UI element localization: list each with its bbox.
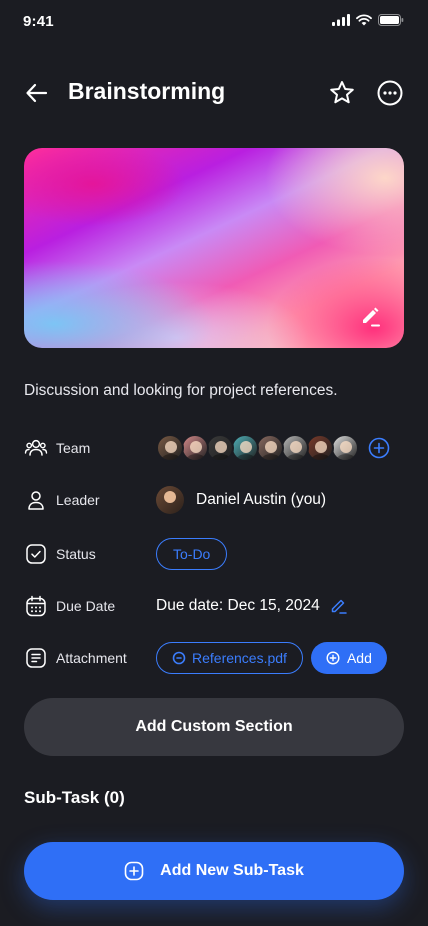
team-member-avatar xyxy=(256,434,284,462)
status-value: To-Do xyxy=(156,538,228,570)
more-horizontal-icon xyxy=(377,80,403,106)
team-member-avatar xyxy=(181,434,209,462)
edit-due-date-button[interactable] xyxy=(330,597,348,615)
status-bar: 9:41 xyxy=(0,0,428,44)
due-date-label: Due Date xyxy=(56,598,116,614)
edit-pen-icon xyxy=(363,307,380,327)
add-attachment-label: Add xyxy=(346,650,372,666)
edit-cover-button[interactable] xyxy=(360,306,382,328)
team-row: Team xyxy=(24,430,404,466)
due-date-row: Due Date Due date: Dec 15, 2024 xyxy=(24,588,404,624)
leader-label: Leader xyxy=(56,492,100,508)
add-custom-section-button[interactable]: Add Custom Section xyxy=(24,698,404,756)
leader-row: Leader Daniel Austin (you) xyxy=(24,482,404,518)
edit-pen-icon xyxy=(331,599,347,614)
file-icon xyxy=(172,651,186,665)
cover-image xyxy=(24,148,404,348)
calendar-icon xyxy=(24,594,48,618)
add-member-button[interactable] xyxy=(368,437,390,459)
team-avatars[interactable] xyxy=(156,434,359,462)
task-description: Discussion and looking for project refer… xyxy=(24,382,338,399)
plus-square-icon xyxy=(124,861,144,881)
more-options-button[interactable] xyxy=(376,79,404,107)
team-value xyxy=(156,434,390,462)
page-title: Brainstorming xyxy=(68,78,226,104)
team-icon xyxy=(24,436,48,460)
team-member-avatar xyxy=(281,434,309,462)
subtask-heading: Sub-Task (0) xyxy=(24,788,125,807)
team-member-avatar xyxy=(231,434,259,462)
battery-icon xyxy=(378,14,404,26)
user-icon xyxy=(24,488,48,512)
wifi-icon xyxy=(356,14,372,26)
favorite-button[interactable] xyxy=(328,79,356,107)
due-date-text: Due date: Dec 15, 2024 xyxy=(156,597,320,614)
plus-circle-icon xyxy=(368,437,390,459)
arrow-left-icon xyxy=(26,83,48,103)
status-row: Status To-Do xyxy=(24,536,404,572)
back-button[interactable] xyxy=(24,80,50,106)
team-label: Team xyxy=(56,440,91,456)
document-icon xyxy=(24,646,48,670)
add-attachment-button[interactable]: Add xyxy=(310,642,387,674)
status-icons xyxy=(332,14,404,26)
attachment-value: References.pdf Add xyxy=(156,642,387,674)
add-subtask-label: Add New Sub-Task xyxy=(160,862,304,879)
avatar xyxy=(156,486,184,514)
leader-name: Daniel Austin (you) xyxy=(196,491,327,508)
plus-circle-icon xyxy=(326,651,340,665)
attachment-label: Attachment xyxy=(56,650,127,666)
status-label: Status xyxy=(56,546,96,562)
status-badge[interactable]: To-Do xyxy=(156,538,228,570)
team-member-avatar xyxy=(306,434,334,462)
signal-icon xyxy=(332,14,350,26)
leader-value: Daniel Austin (you) xyxy=(156,486,326,514)
check-square-icon xyxy=(24,542,48,566)
team-member-avatar xyxy=(331,434,359,462)
attachment-file-chip[interactable]: References.pdf xyxy=(156,642,303,674)
team-member-avatar xyxy=(156,434,184,462)
team-member-avatar xyxy=(206,434,234,462)
attachment-file-name: References.pdf xyxy=(192,650,287,666)
status-time: 9:41 xyxy=(23,13,54,30)
add-subtask-button[interactable]: Add New Sub-Task xyxy=(24,842,404,900)
star-icon xyxy=(330,81,354,104)
due-date-value: Due date: Dec 15, 2024 xyxy=(156,597,348,615)
header: Brainstorming xyxy=(0,70,428,114)
attachment-row: Attachment References.pdf Add xyxy=(24,640,404,676)
